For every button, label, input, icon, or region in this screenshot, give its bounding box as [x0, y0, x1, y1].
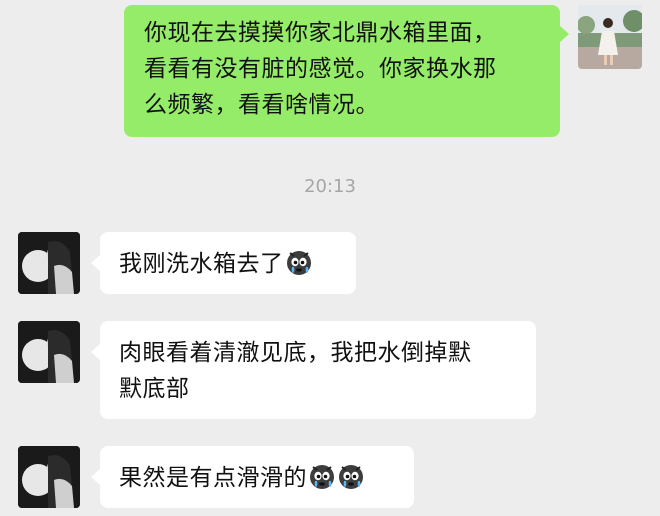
outgoing-message-line-3: 么频繁，看看啥情况。	[144, 92, 379, 118]
incoming-message-bubble[interactable]: 果然是有点滑滑的	[91, 446, 414, 508]
incoming-message-line-1: 肉眼看着清澈见底，我把水倒掉默	[119, 340, 472, 366]
incoming-message-line-2: 默底部	[119, 376, 190, 402]
outgoing-message-bubble[interactable]: 你现在去摸摸你家北鼎水箱里面， 看看有没有脏的感觉。你家换水那 么频繁，看看啥情…	[124, 5, 569, 137]
incoming-message-bubble[interactable]: 我刚洗水箱去了	[91, 232, 356, 294]
friend-avatar[interactable]	[18, 321, 80, 383]
self-avatar[interactable]	[578, 5, 642, 69]
crying-emoji-icon	[337, 462, 365, 490]
outgoing-message-line-1: 你现在去摸摸你家北鼎水箱里面，	[144, 20, 497, 46]
chat-view: 你现在去摸摸你家北鼎水箱里面， 看看有没有脏的感觉。你家换水那 么频繁，看看啥情…	[0, 0, 660, 516]
outgoing-message-line-2: 看看有没有脏的感觉。你家换水那	[144, 56, 497, 82]
incoming-message-bubble[interactable]: 肉眼看着清澈见底，我把水倒掉默 默底部	[91, 321, 536, 419]
friend-avatar[interactable]	[18, 446, 80, 508]
crying-emoji-icon	[308, 462, 336, 490]
incoming-message-text: 果然是有点滑滑的	[119, 465, 307, 491]
outgoing-message: 你现在去摸摸你家北鼎水箱里面， 看看有没有脏的感觉。你家换水那 么频繁，看看啥情…	[0, 0, 660, 150]
incoming-message-text: 我刚洗水箱去了	[119, 251, 284, 277]
message-timestamp: 20:13	[304, 176, 356, 197]
friend-avatar[interactable]	[18, 232, 80, 294]
crying-emoji-icon	[285, 248, 313, 276]
